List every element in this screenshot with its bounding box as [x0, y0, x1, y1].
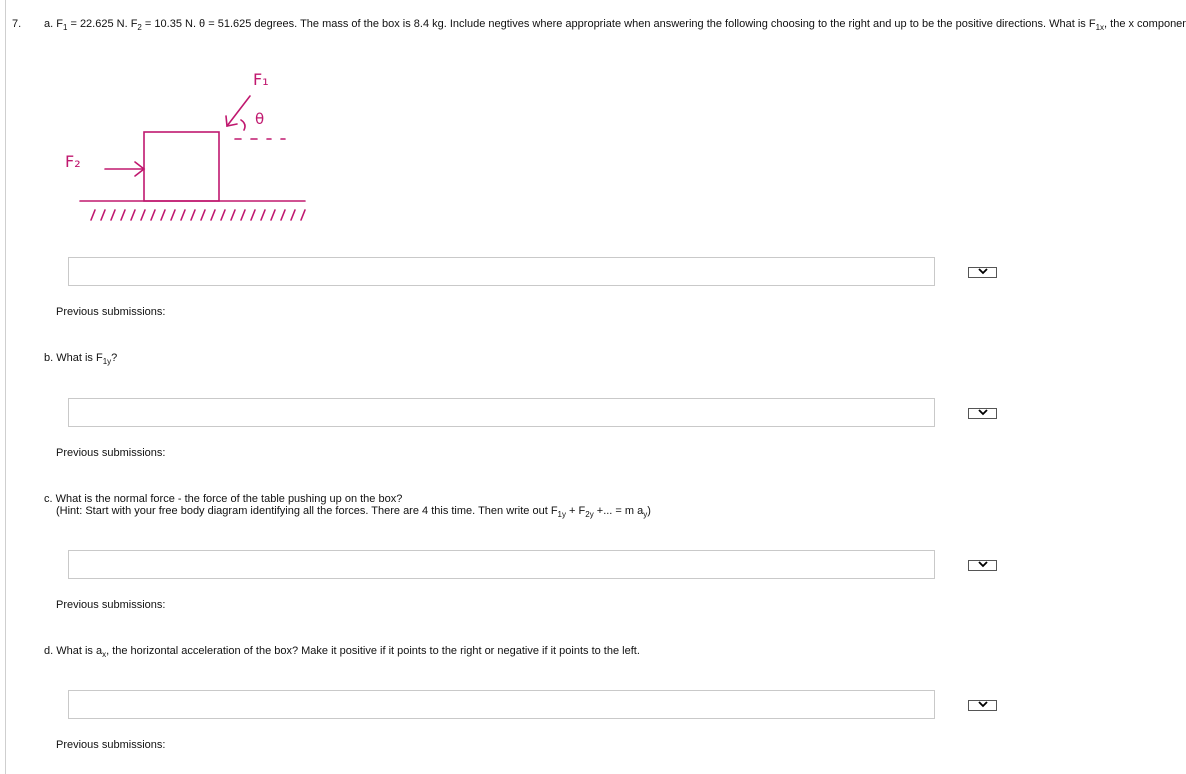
free-body-diagram: F₁ θ F₂: [55, 68, 325, 231]
f2-label: F₂: [65, 152, 81, 171]
chevron-down-icon: [978, 268, 988, 275]
previous-submissions-a[interactable]: Previous submissions:: [56, 306, 165, 318]
previous-submissions-d[interactable]: Previous submissions:: [56, 739, 165, 751]
chevron-down-icon: [978, 561, 988, 568]
answer-input-d[interactable]: [69, 691, 934, 718]
answer-input-a-wrapper: [68, 257, 935, 286]
answer-input-c[interactable]: [69, 551, 934, 578]
unit-dropdown-c[interactable]: [968, 560, 997, 571]
unit-dropdown-d[interactable]: [968, 700, 997, 711]
answer-input-b[interactable]: [69, 399, 934, 426]
f1-arrow: [225, 95, 251, 127]
part-c-text: c. What is the normal force - the force …: [44, 493, 403, 505]
previous-submissions-c[interactable]: Previous submissions:: [56, 599, 165, 611]
f2-arrow: [104, 161, 146, 177]
part-c-hint: (Hint: Start with your free body diagram…: [56, 505, 651, 519]
part-b-text: b. What is F1y?: [44, 352, 118, 366]
part-a-text: a. F1 = 22.625 N. F2 = 10.35 N. θ = 51.6…: [44, 18, 1186, 32]
answer-input-c-wrapper: [68, 550, 935, 579]
ground-hatch: [90, 209, 306, 221]
previous-submissions-b[interactable]: Previous submissions:: [56, 447, 165, 459]
f1-label: F₁: [253, 70, 269, 89]
theta-label: θ: [255, 110, 265, 128]
question-number: 7.: [12, 18, 22, 30]
chevron-down-icon: [978, 409, 988, 416]
box: [143, 131, 220, 202]
part-d-text: d. What is ax, the horizontal accelerati…: [44, 645, 640, 659]
angle-arc: [240, 119, 246, 131]
answer-input-d-wrapper: [68, 690, 935, 719]
unit-dropdown-a[interactable]: [968, 267, 997, 278]
answer-input-b-wrapper: [68, 398, 935, 427]
chevron-down-icon: [978, 701, 988, 708]
unit-dropdown-b[interactable]: [968, 408, 997, 419]
answer-input-a[interactable]: [69, 258, 934, 285]
